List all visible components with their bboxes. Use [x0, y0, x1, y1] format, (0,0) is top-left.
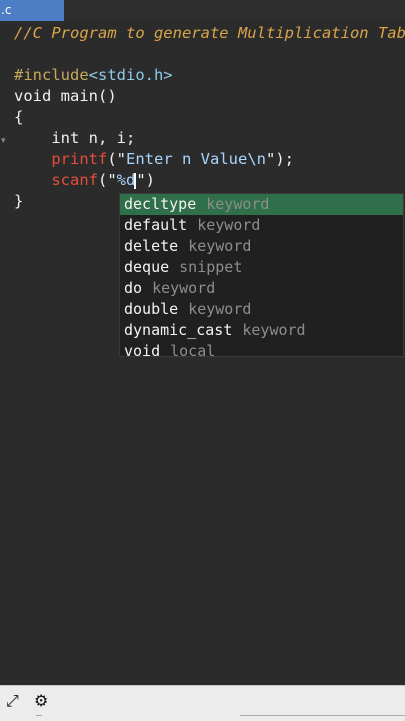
- close-brace: }: [14, 192, 24, 210]
- tab-bar: .c: [0, 0, 405, 21]
- declaration: int n, i;: [14, 129, 136, 147]
- code-line-3: #include<stdio.h>: [14, 65, 173, 86]
- printf-close: ");: [265, 150, 294, 168]
- item-kind: keyword: [188, 300, 252, 318]
- divider: [240, 715, 405, 716]
- item-kind: keyword: [197, 216, 261, 234]
- item-label: dynamic_cast: [124, 321, 233, 339]
- autocomplete-item[interactable]: dynamic_cast keyword: [120, 320, 403, 341]
- item-label: double: [124, 300, 179, 318]
- item-label: delete: [124, 237, 179, 255]
- fold-arrow-icon[interactable]: ▾: [1, 136, 6, 146]
- scanf-open: (": [98, 171, 117, 189]
- autocomplete-popup: decltype keyword default keyword delete key…: [119, 193, 404, 360]
- include-keyword: #include: [14, 66, 89, 84]
- code-line-1: //C Program to generate Multiplication T…: [14, 23, 405, 44]
- comment-text: //C Program to generate Multiplication T…: [14, 24, 405, 42]
- include-header: <stdio.h>: [88, 66, 173, 84]
- code-line-8: scanf("%d"): [14, 170, 155, 191]
- item-label: deque: [124, 258, 170, 276]
- autocomplete-item[interactable]: do keyword: [120, 278, 403, 299]
- main-signature: void main(): [14, 87, 117, 105]
- item-kind: local: [170, 342, 216, 360]
- autocomplete-item[interactable]: delete keyword: [120, 236, 403, 257]
- item-kind: keyword: [152, 279, 216, 297]
- autocomplete-item[interactable]: default keyword: [120, 215, 403, 236]
- printf-function: printf: [51, 150, 108, 168]
- open-brace: {: [14, 108, 24, 126]
- item-kind: snippet: [179, 258, 243, 276]
- item-label: decltype: [124, 195, 197, 213]
- divider: [36, 715, 42, 716]
- item-label: default: [124, 216, 188, 234]
- item-kind: keyword: [188, 237, 252, 255]
- item-kind: keyword: [206, 195, 270, 213]
- item-kind: keyword: [242, 321, 306, 339]
- autocomplete-item[interactable]: deque snippet: [120, 257, 403, 278]
- gear-icon[interactable]: ⚙: [34, 691, 48, 710]
- autocomplete-item[interactable]: double keyword: [120, 299, 403, 320]
- scanf-format: %d: [116, 171, 136, 189]
- code-line-9: }: [14, 191, 23, 212]
- printf-open: (": [107, 150, 126, 168]
- scanf-function: scanf: [51, 171, 98, 189]
- scanf-close: "): [136, 171, 156, 189]
- item-label: do: [124, 279, 143, 297]
- file-tab[interactable]: .c: [0, 0, 64, 21]
- code-line-4: void main(): [14, 86, 117, 107]
- code-line-6: int n, i;: [14, 128, 135, 149]
- autocomplete-item[interactable]: decltype keyword: [120, 194, 403, 215]
- autocomplete-item[interactable]: void local: [120, 341, 403, 362]
- code-line-5: {: [14, 107, 23, 128]
- bottom-toolbar: ⤢ ⚙: [0, 685, 405, 721]
- code-line-7: printf("Enter n Value\n");: [14, 149, 294, 170]
- item-label: void: [124, 342, 161, 360]
- expand-icon[interactable]: ⤢: [6, 691, 19, 711]
- printf-string: Enter n Value\n: [126, 150, 266, 168]
